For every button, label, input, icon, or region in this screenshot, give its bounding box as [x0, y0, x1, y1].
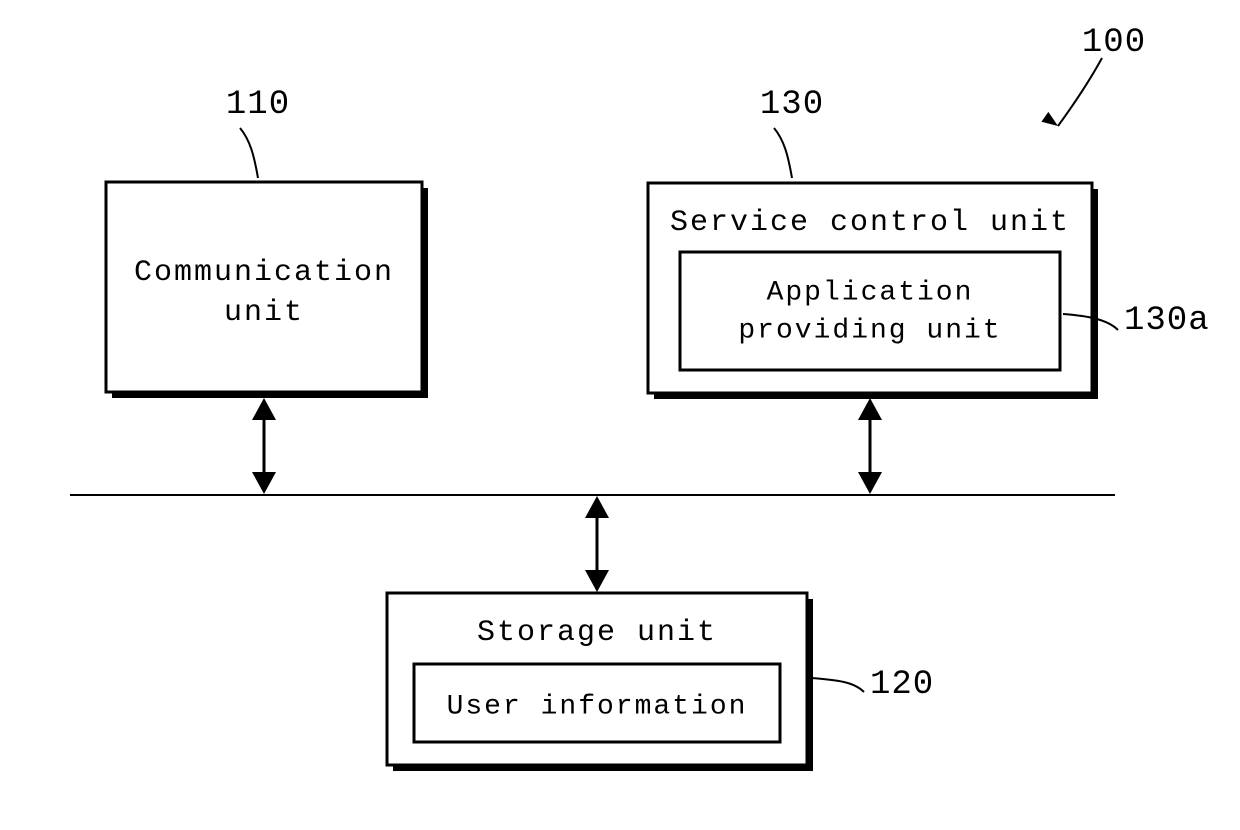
ref-110: 110 — [226, 86, 290, 124]
arrow-communication-bus — [252, 398, 276, 494]
ref-100: 100 — [1082, 24, 1146, 62]
ref-120: 120 — [870, 666, 934, 704]
overall-ref-100: 100 — [1041, 24, 1146, 131]
arrow-service-bus — [858, 398, 882, 494]
arrow-storage-bus — [585, 496, 609, 592]
ref-130a: 130a — [1124, 302, 1210, 340]
block-diagram: Communication unit 110 Service control u… — [0, 0, 1240, 830]
storage-label: Storage unit — [477, 616, 717, 650]
leader-120 — [811, 678, 864, 692]
communication-label-line2: unit — [224, 296, 304, 330]
communication-label-line1: Communication — [134, 256, 394, 290]
block-storage: Storage unit User information — [387, 593, 813, 771]
ref-130: 130 — [760, 86, 824, 124]
application-providing-line2: providing unit — [738, 315, 1001, 346]
block-service-control: Service control unit Application providi… — [648, 183, 1098, 399]
leader-110 — [240, 128, 258, 178]
leader-130 — [774, 128, 792, 178]
block-communication: Communication unit — [106, 182, 428, 398]
application-providing-line1: Application — [767, 277, 974, 308]
user-information-label: User information — [447, 691, 748, 722]
service-control-label: Service control unit — [670, 206, 1070, 240]
